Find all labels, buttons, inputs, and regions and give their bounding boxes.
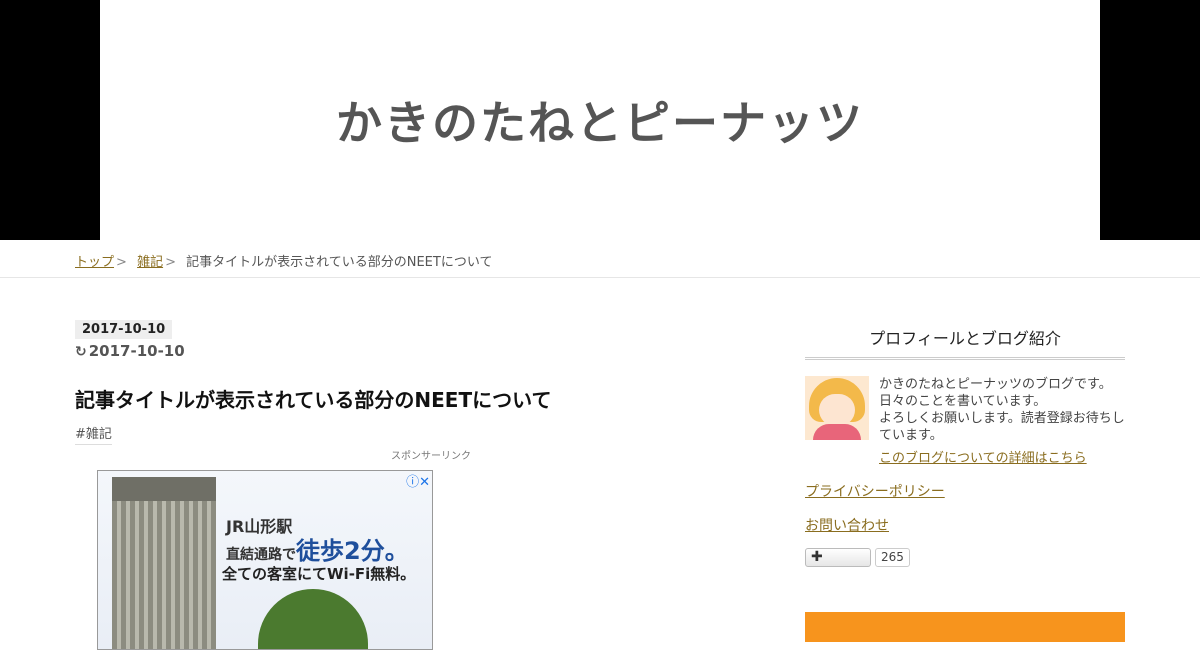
site-header: かきのたねとピーナッツ [0,0,1200,240]
contact-link[interactable]: お問い合わせ [805,515,1125,535]
profile-detail-link[interactable]: このブログについての詳細はこちら [879,450,1087,467]
header-banner[interactable]: かきのたねとピーナッツ [100,0,1100,240]
profile-text: かきのたねとピーナッツのブログです。日々のことを書いています。 よろしくお願いし… [879,376,1125,467]
avatar[interactable] [805,376,869,440]
breadcrumb-separator: > [165,255,176,270]
avatar-face [819,394,855,426]
profile-text-2: よろしくお願いします。読者登録お待ちしています。 [879,411,1125,443]
breadcrumb-current: 記事タイトルが表示されている部分のNEETについて [186,255,493,270]
ad-text-wifi: 全ての客室にてWi-Fi無料。 [222,565,416,583]
site-title[interactable]: かきのたねとピーナッツ [336,87,864,153]
breadcrumb-separator: > [116,255,127,270]
breadcrumb: トップ > 雑記 > 記事タイトルが表示されている部分のNEETについて [75,251,492,270]
privacy-policy-link[interactable]: プライバシーポリシー [805,481,1125,501]
ad-tree-image [258,589,368,649]
breadcrumb-bar: トップ > 雑記 > 記事タイトルが表示されている部分のNEETについて [0,240,1200,278]
updated-date: 2017-10-10 [88,342,185,360]
category-tag[interactable]: #雑記 [75,423,112,445]
breadcrumb-top[interactable]: トップ [75,255,114,270]
ad-text-walk-prefix: 直結通路で [226,547,296,563]
ad-building-image [112,477,216,649]
ad-text-walk: 直結通路で徒歩2分。 [226,531,409,566]
profile-text-1: かきのたねとピーナッツのブログです。日々のことを書いています。 [879,377,1112,409]
ad-info-close-icon[interactable]: ⓘ✕ [406,471,430,490]
sidebar-banner[interactable] [805,612,1125,642]
profile: かきのたねとピーナッツのブログです。日々のことを書いています。 よろしくお願いし… [805,376,1125,467]
avatar-body [813,424,861,440]
refresh-icon: ↻ [75,344,87,360]
ad-banner[interactable]: ⓘ✕ JR山形駅 直結通路で徒歩2分。 全ての客室にてWi-Fi無料。 [97,470,433,650]
ad-label: スポンサーリンク [391,451,471,462]
entry-updated: ↻ 2017-10-10 [75,342,775,360]
entry-date: 2017-10-10 [75,320,173,339]
sidebar-title: プロフィールとブログ紹介 [805,318,1125,360]
entry-title[interactable]: 記事タイトルが表示されている部分のNEETについて [75,384,775,413]
subscriber-count: 265 [875,548,910,567]
ad-text-walk-emph: 徒歩2分。 [296,537,409,565]
sidebar: プロフィールとブログ紹介 かきのたねとピーナッツのブログです。日々のことを書いて… [805,318,1125,642]
entry-main: 2017-10-10 ↻ 2017-10-10 記事タイトルが表示されている部分の… [75,318,775,650]
subscribe-button[interactable]: ✚ [805,548,871,567]
subscribe-widget: ✚ 265 [805,548,1125,567]
breadcrumb-category[interactable]: 雑記 [137,255,163,270]
